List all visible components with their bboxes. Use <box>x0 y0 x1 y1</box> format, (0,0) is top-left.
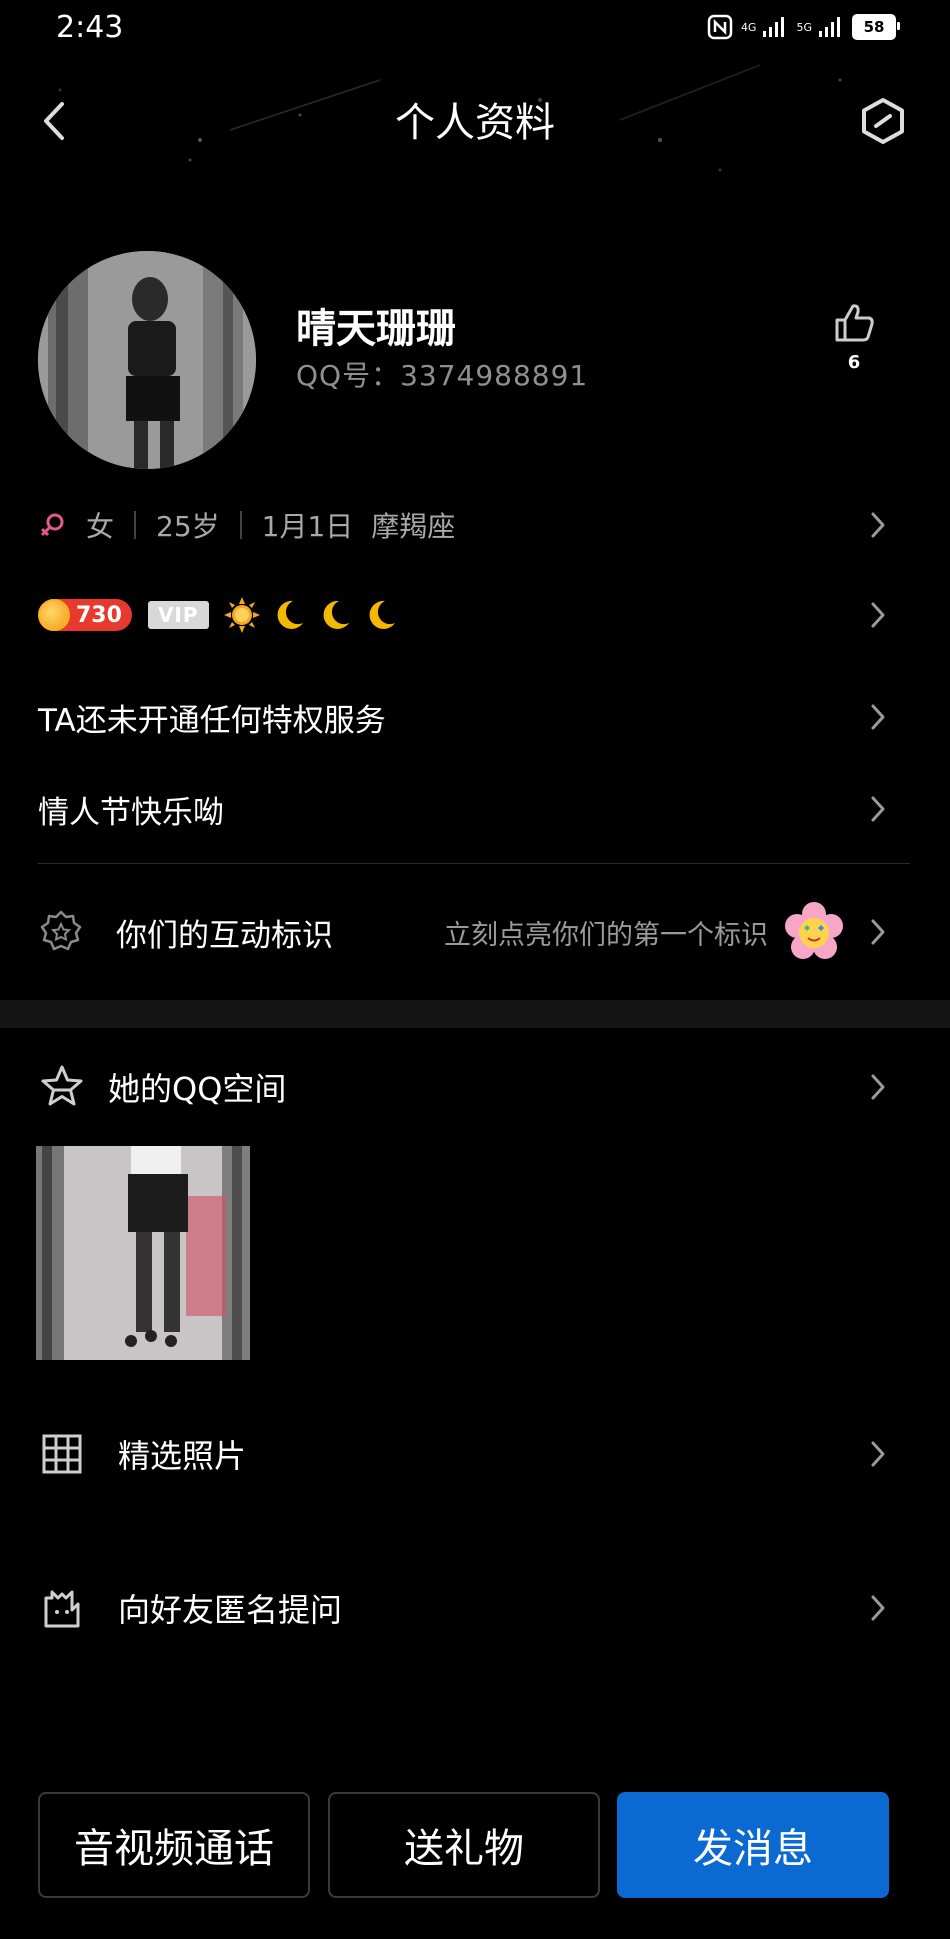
age-text: 25岁 <box>156 510 220 543</box>
info-separator <box>239 511 242 539</box>
level-number: 730 <box>76 602 122 628</box>
grid-icon <box>42 1434 82 1474</box>
info-separator <box>134 511 137 539</box>
sun-icon <box>223 597 260 633</box>
signature-text: 情人节快乐呦 <box>38 794 224 831</box>
like-button[interactable]: 6 <box>826 300 882 380</box>
send-gift-button[interactable]: 送礼物 <box>328 1792 600 1898</box>
star-icon <box>41 1065 83 1106</box>
like-count: 6 <box>847 352 861 373</box>
level-badge: 730 <box>38 599 132 631</box>
video-call-button[interactable]: 音视频通话 <box>38 1792 310 1898</box>
network-label-2: 5G <box>796 20 812 34</box>
chevron-right-icon <box>871 512 885 538</box>
chevron-right-icon <box>871 796 885 822</box>
chevron-right-icon <box>871 1595 885 1621</box>
qzone-photo-thumbnail[interactable] <box>36 1146 250 1360</box>
qzone-label: 她的QQ空间 <box>108 1070 287 1108</box>
privilege-text: TA还未开通任何特权服务 <box>38 702 386 739</box>
vip-badge: VIP <box>147 601 209 629</box>
signal-icon-2 <box>819 17 840 37</box>
status-icons: 4G 5G 58 <box>707 14 900 40</box>
chevron-right-icon <box>871 1074 885 1100</box>
settings-button[interactable] <box>858 96 908 146</box>
chevron-right-icon <box>871 602 885 628</box>
interaction-mark-hint: 立刻点亮你们的第一个标识 <box>444 919 768 951</box>
moon-icon <box>369 600 395 629</box>
signature-row[interactable]: 情人节快乐呦 <box>38 779 918 839</box>
qq-number: QQ号：3374988891 <box>296 359 589 392</box>
chevron-right-icon <box>871 919 885 945</box>
moon-icon <box>277 600 303 629</box>
birthday-text: 1月1日 <box>261 510 354 543</box>
thumbs-up-icon <box>835 304 874 342</box>
avatar[interactable] <box>38 251 256 469</box>
privilege-row[interactable]: TA还未开通任何特权服务 <box>38 687 918 747</box>
featured-photos-label: 精选照片 <box>118 1437 247 1475</box>
zodiac-text: 摩羯座 <box>371 510 456 543</box>
battery-indicator: 58 <box>852 14 900 40</box>
nickname: 晴天珊珊 <box>296 306 456 352</box>
anonymous-question-label: 向好友匿名提问 <box>118 1591 343 1629</box>
gender-text: 女 <box>86 510 115 543</box>
section-gap <box>0 1000 950 1028</box>
badges-row[interactable]: 730 VIP <box>38 590 918 640</box>
question-box-icon <box>44 1590 80 1628</box>
hexagon-settings-icon <box>862 98 904 144</box>
avatar-photo <box>38 251 256 469</box>
moon-icon <box>323 600 349 629</box>
status-time: 2:43 <box>56 10 124 45</box>
coin-icon <box>38 599 70 631</box>
back-arrow-icon <box>44 102 64 140</box>
flower-emoji-icon <box>785 902 843 959</box>
back-button[interactable] <box>30 96 80 146</box>
nfc-icon <box>707 14 733 40</box>
interaction-mark-row[interactable]: 你们的互动标识 立刻点亮你们的第一个标识 <box>38 898 918 966</box>
send-message-button[interactable]: 发消息 <box>617 1792 889 1898</box>
network-label-1: 4G <box>740 20 757 34</box>
status-bar: 2:43 4G 5G 58 <box>0 0 950 60</box>
anonymous-question-row[interactable]: 向好友匿名提问 <box>38 1579 918 1637</box>
page-title: 个人资料 <box>395 100 555 146</box>
qzone-photo <box>36 1146 250 1360</box>
female-icon <box>40 513 64 537</box>
featured-photos-row[interactable]: 精选照片 <box>38 1425 918 1483</box>
divider <box>38 863 910 864</box>
interaction-mark-label: 你们的互动标识 <box>116 917 333 954</box>
chevron-right-icon <box>871 1441 885 1467</box>
badge-star-icon <box>40 910 82 951</box>
chevron-right-icon <box>871 704 885 730</box>
signal-icon <box>763 17 785 37</box>
qzone-row[interactable]: 她的QQ空间 <box>38 1058 918 1116</box>
basic-info-row[interactable]: 女 25岁 1月1日 摩羯座 <box>38 500 918 550</box>
